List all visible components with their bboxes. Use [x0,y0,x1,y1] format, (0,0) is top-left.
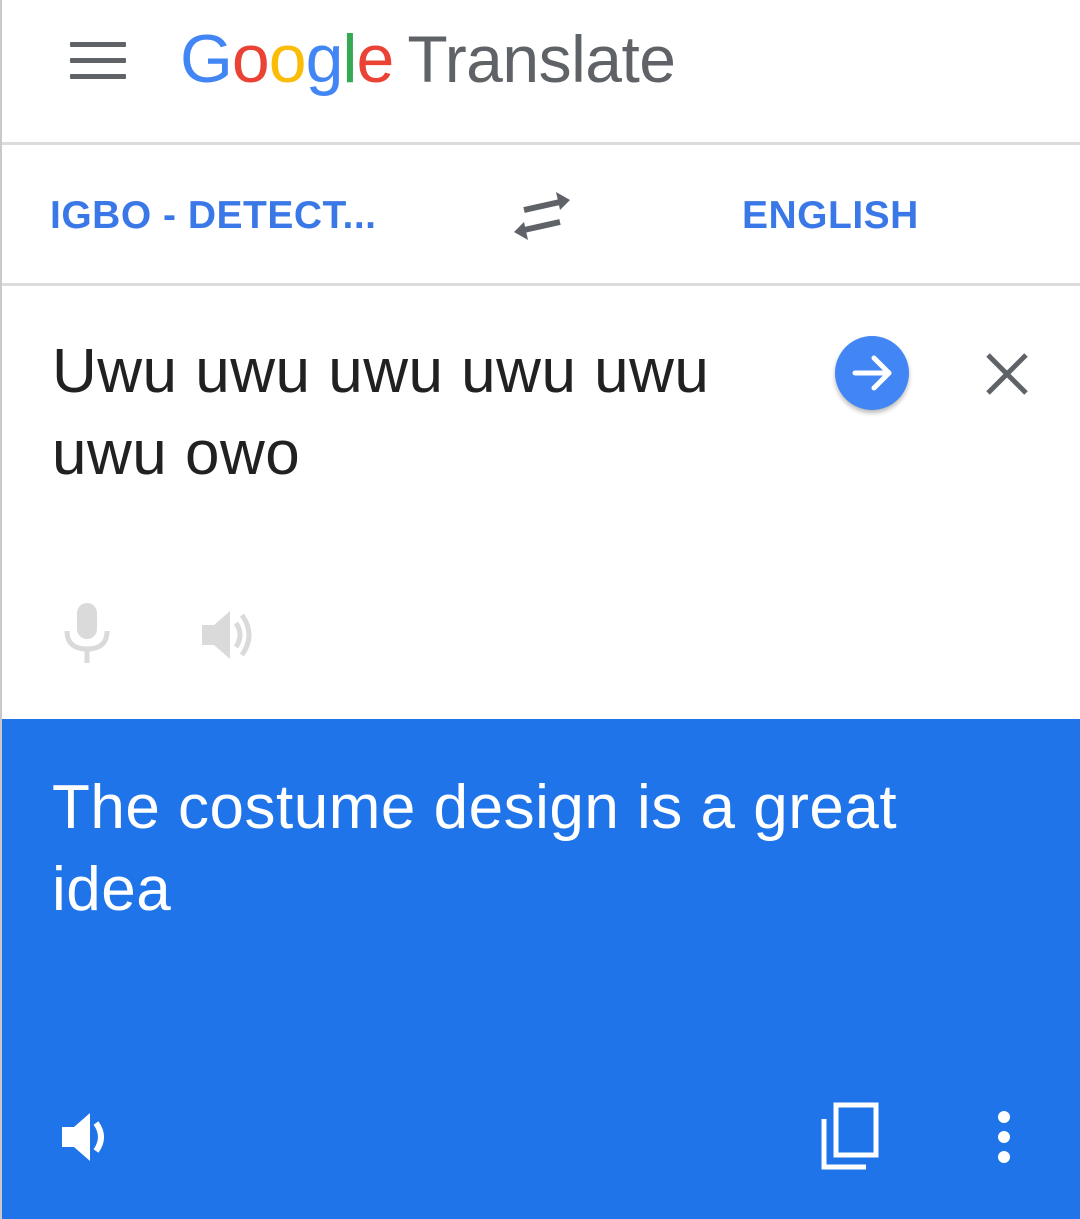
target-language-button[interactable]: ENGLISH [742,194,919,238]
source-input-area[interactable]: Uwu uwu uwu uwu uwu uwu owo [2,289,1080,719]
google-wordmark: Google [180,20,395,98]
logo-letter-3: o [268,21,307,97]
translation-output-card: The costume design is a great idea [2,719,1080,1219]
google-translate-logo: Google Translate [180,20,676,110]
app-header: Google Translate [2,0,1080,145]
hamburger-menu-icon[interactable] [70,42,126,82]
copy-icon[interactable] [818,1101,882,1173]
translate-app: Google Translate IGBO - DETECT... ENGLIS… [0,0,1080,1219]
source-text-input[interactable]: Uwu uwu uwu uwu uwu uwu owo [52,331,792,495]
logo-letter-6: e [356,21,395,97]
source-speaker-icon[interactable] [200,607,262,663]
arrow-right-icon [852,355,892,391]
language-bar: IGBO - DETECT... ENGLISH [2,148,1080,286]
output-speaker-icon[interactable] [60,1109,120,1165]
translated-text: The costume design is a great idea [52,773,898,924]
logo-letter-2: o [231,21,270,97]
logo-letter-4: g [305,21,344,97]
logo-letter-5: l [342,21,357,97]
microphone-icon[interactable] [60,601,114,667]
translate-go-button[interactable] [835,336,909,410]
more-vert-icon[interactable] [992,1109,1016,1165]
close-icon[interactable] [982,349,1032,399]
swap-arrows-icon[interactable] [510,188,574,244]
logo-letter-1: G [180,21,233,97]
product-name: Translate [407,22,676,96]
source-language-button[interactable]: IGBO - DETECT... [50,194,377,238]
